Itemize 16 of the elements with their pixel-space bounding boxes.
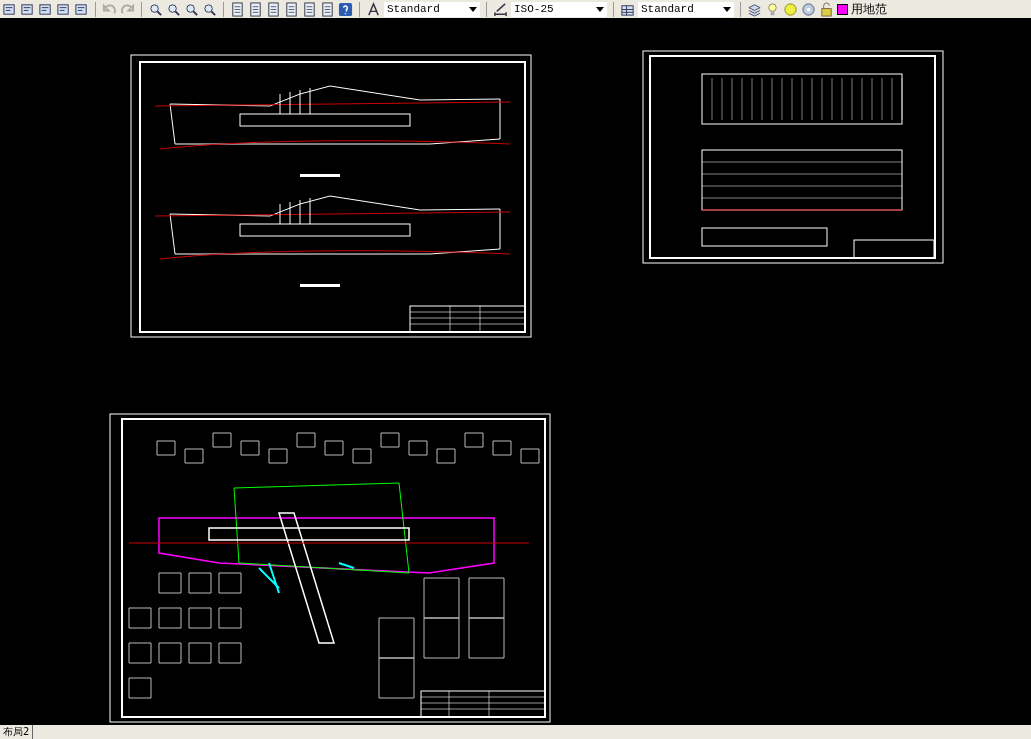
caret-icon xyxy=(723,6,731,12)
caret-icon xyxy=(469,6,477,12)
text-style-icon[interactable] xyxy=(366,1,381,17)
lightbulb-icon[interactable] xyxy=(765,1,780,17)
dimension-style-icon[interactable] xyxy=(493,1,508,17)
caret-icon xyxy=(596,6,604,12)
layer-name[interactable]: 用地范 xyxy=(851,0,887,18)
help-icon[interactable] xyxy=(338,1,353,17)
layout-tab[interactable]: 布局2 xyxy=(0,725,34,739)
lock-icon[interactable] xyxy=(819,1,834,17)
style-dropdown[interactable]: Standard xyxy=(384,1,480,17)
style-dropdown[interactable]: Standard xyxy=(638,1,734,17)
style-dropdown[interactable]: ISO-25 xyxy=(511,1,607,17)
layer-color-swatch xyxy=(837,3,848,15)
layers-icon[interactable] xyxy=(747,1,762,17)
zoom-icon[interactable] xyxy=(166,1,181,17)
